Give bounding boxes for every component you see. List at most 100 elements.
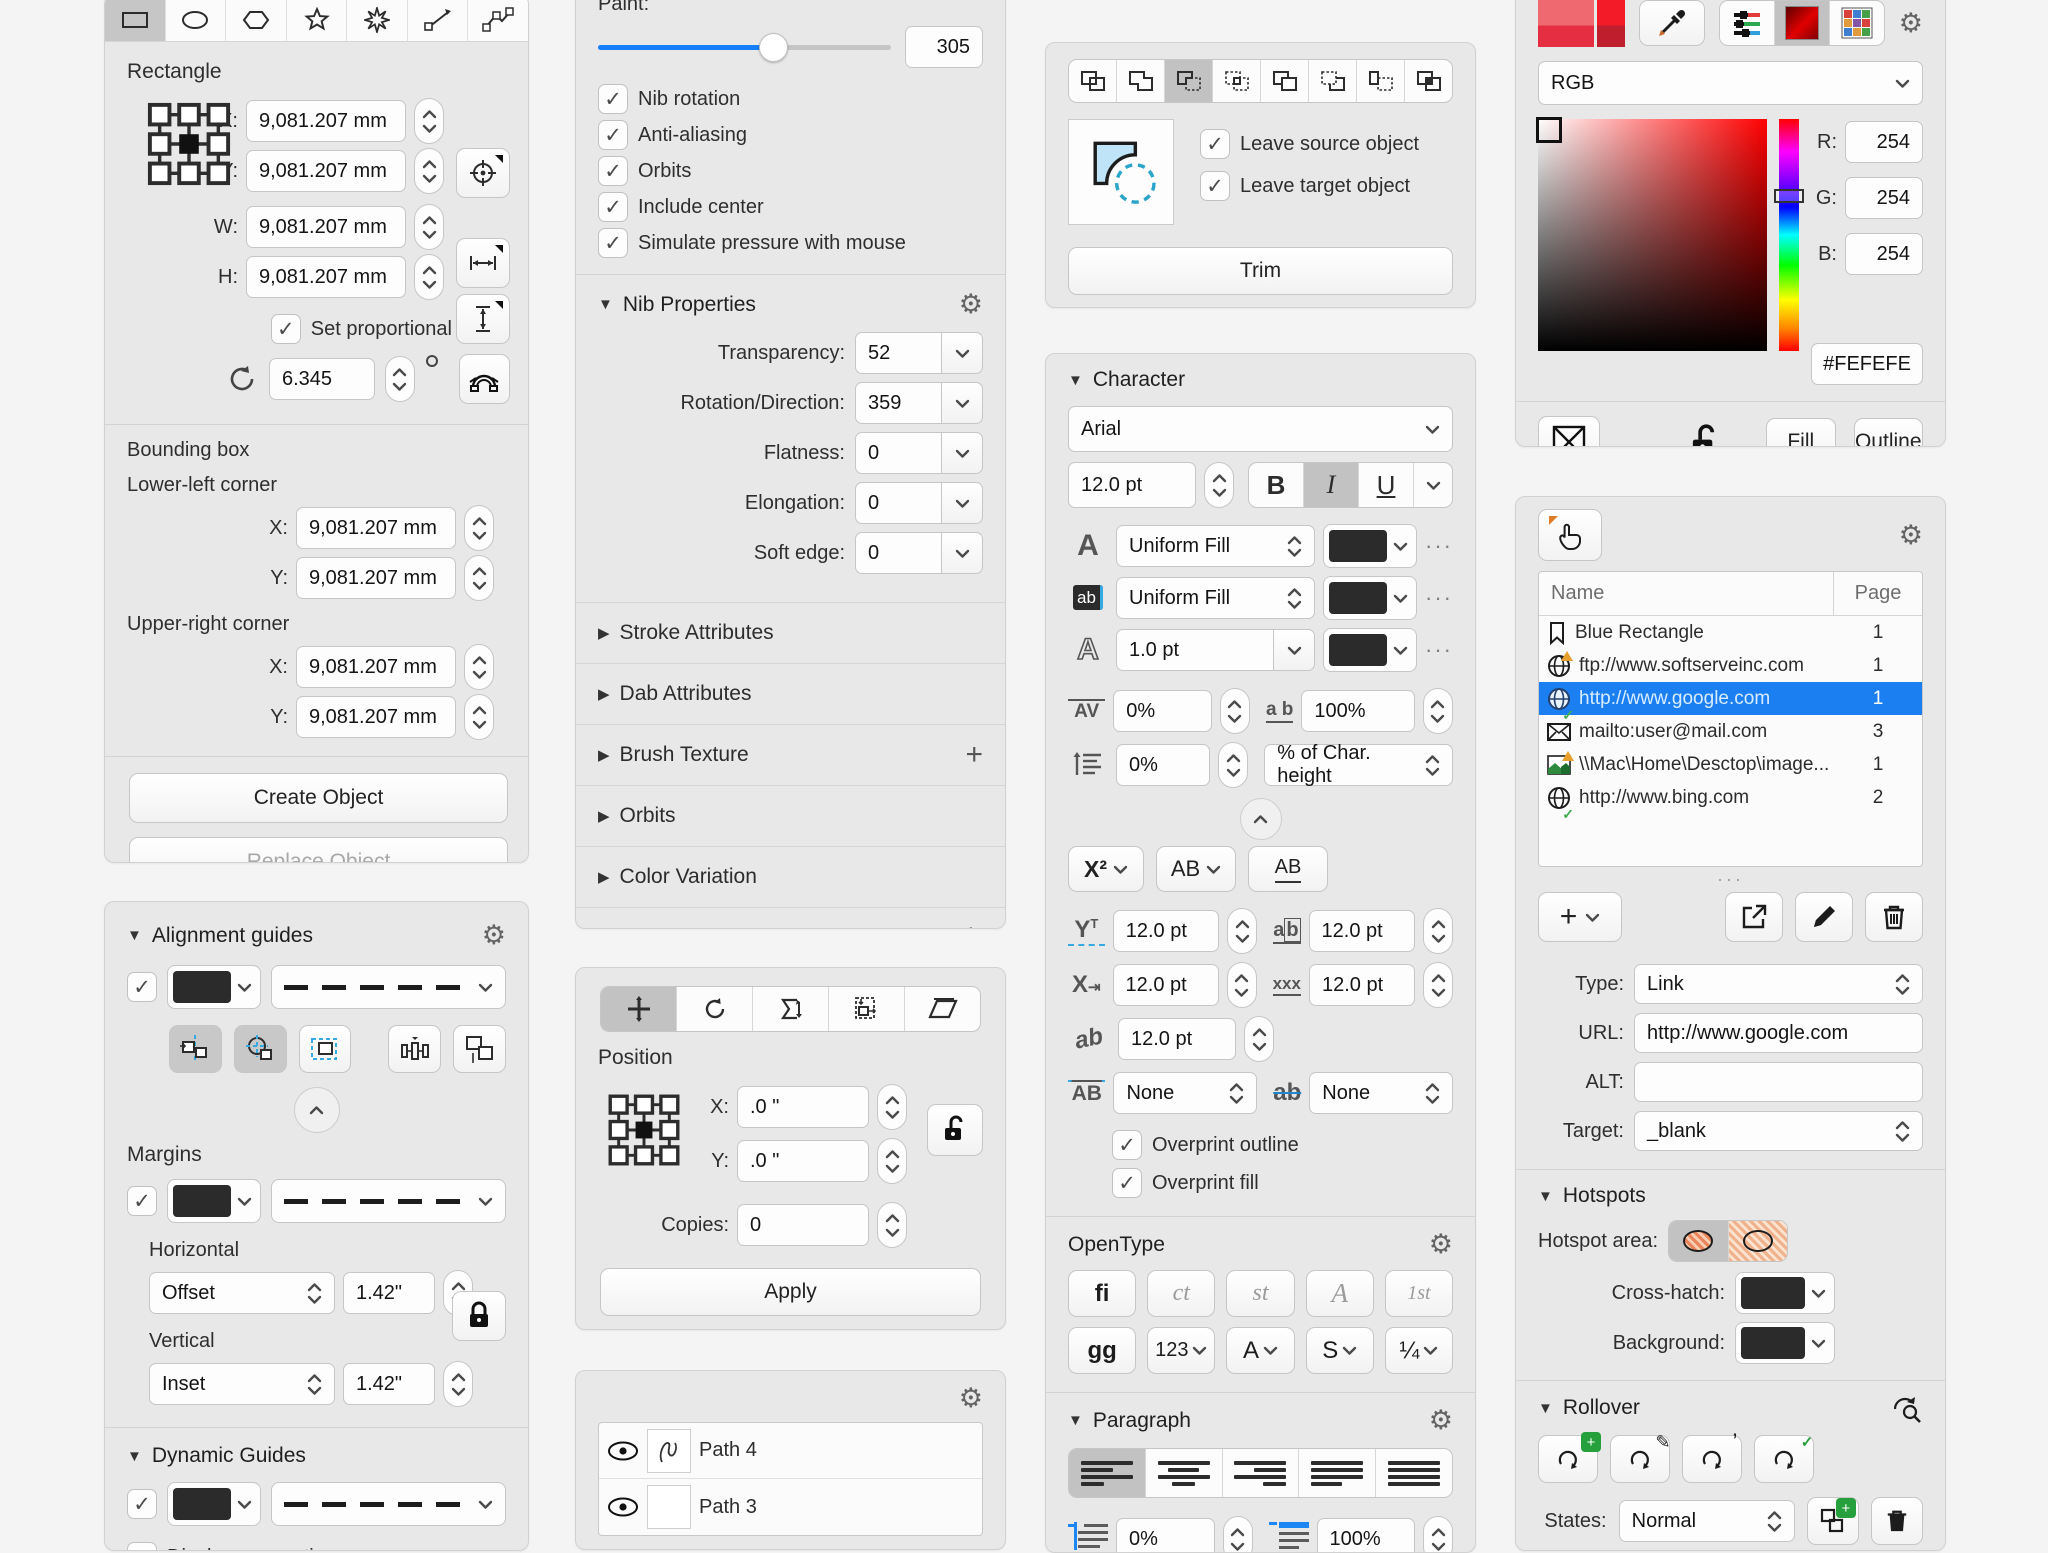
trim-button-tab[interactable] [1165, 60, 1213, 102]
boundary-button[interactable] [1405, 60, 1452, 102]
b-input[interactable]: 254 [1845, 233, 1923, 275]
cross-hatch-color-select[interactable] [1735, 1272, 1835, 1314]
alignment-line-style-select[interactable] [271, 965, 506, 1009]
height-measure-button[interactable] [456, 294, 510, 344]
fill-more-button[interactable]: ··· [1425, 533, 1453, 559]
anchor-grid-icon[interactable] [606, 1092, 682, 1168]
path-row[interactable]: Path 4 [599, 1423, 982, 1479]
lock-open-icon[interactable] [1688, 423, 1722, 447]
spacing-guides-button[interactable] [388, 1025, 441, 1073]
scale-stepper[interactable] [1423, 962, 1453, 1008]
ur-y-stepper[interactable] [464, 694, 494, 740]
fit-text-button[interactable]: AB [1248, 846, 1328, 892]
paint-slider[interactable] [598, 32, 891, 62]
char-rotation-input[interactable]: 12.0 pt [1118, 1018, 1236, 1060]
section-color-variation[interactable]: ▶Color Variation [576, 846, 1005, 907]
dropdown-button[interactable] [941, 482, 983, 524]
ur-x-input[interactable]: 9,081.207 mm [296, 646, 456, 688]
margins-lock-button[interactable] [452, 1291, 506, 1341]
delete-link-button[interactable] [1865, 892, 1923, 942]
nib-rotation-checkbox[interactable]: ✓ [598, 84, 628, 114]
tab-polygon[interactable] [226, 0, 287, 41]
url-input[interactable]: http://www.google.com [1634, 1013, 1923, 1053]
back-minus-front-button[interactable] [1357, 60, 1405, 102]
create-object-button[interactable]: Create Object [129, 773, 508, 823]
replace-object-button[interactable]: Replace Object [129, 837, 508, 863]
tab-line[interactable] [408, 0, 469, 41]
baseline-shift-input[interactable]: 12.0 pt [1113, 910, 1219, 952]
collapse-triangle-icon[interactable]: ▼ [127, 1448, 142, 1465]
copies-input[interactable]: 0 [737, 1204, 869, 1246]
trim-back-button[interactable] [1117, 60, 1165, 102]
soft-edge-value[interactable]: 0 [855, 532, 941, 574]
include-center-checkbox[interactable]: ✓ [598, 192, 628, 222]
proportional-lock-button[interactable] [927, 1104, 983, 1156]
path-row[interactable]: Path 3 [599, 1479, 982, 1535]
bold-button[interactable]: B [1249, 463, 1304, 507]
color-viewer-view-button[interactable] [1775, 1, 1830, 45]
duplicate-object-button[interactable]: + [1807, 1497, 1859, 1545]
h-stepper[interactable] [414, 254, 444, 300]
combine-width-input[interactable]: 12.0 pt [1309, 910, 1415, 952]
overprint-fill-checkbox[interactable]: ✓ [1112, 1168, 1142, 1198]
overprint-outline-checkbox[interactable]: ✓ [1112, 1130, 1142, 1160]
kerning-input[interactable]: 0% [1113, 690, 1212, 732]
underline-button[interactable]: U [1359, 463, 1414, 507]
tab-size[interactable] [829, 987, 905, 1031]
char-width-input[interactable]: 100% [1301, 690, 1415, 732]
leave-target-checkbox[interactable]: ✓ [1200, 171, 1230, 201]
simplify-button[interactable] [1261, 60, 1309, 102]
align-left-button[interactable] [1069, 1449, 1146, 1497]
x-stepper[interactable] [877, 1084, 907, 1130]
ll-x-input[interactable]: 9,081.207 mm [296, 507, 456, 549]
ot-stylistic-button[interactable]: S [1306, 1327, 1374, 1374]
x-input[interactable]: .0 " [737, 1086, 869, 1128]
section-brush-texture[interactable]: ▶Brush Texture+ [576, 724, 1005, 785]
ot-figures-button[interactable]: 123 [1147, 1327, 1215, 1374]
no-color-button[interactable] [1538, 416, 1600, 447]
intersect-button[interactable] [1213, 60, 1261, 102]
section-orbits[interactable]: ▶Orbits [576, 785, 1005, 846]
tab-polyline[interactable] [468, 0, 528, 41]
dropdown-button[interactable] [941, 332, 983, 374]
gear-icon[interactable]: ⚙ [1899, 522, 1923, 549]
paint-value-input[interactable]: 305 [905, 26, 983, 68]
rotation-stepper[interactable] [385, 356, 415, 402]
hotspot-box-button[interactable] [1729, 1221, 1788, 1261]
gear-icon[interactable]: ⚙ [1899, 10, 1923, 37]
tab-rectangle[interactable] [105, 0, 166, 41]
collapse-triangle-icon[interactable]: ▼ [1068, 372, 1083, 389]
weld-button[interactable] [1069, 60, 1117, 102]
ot-historical-ligature-button[interactable]: st [1226, 1270, 1294, 1317]
line-mode-select[interactable]: % of Char. height [1264, 744, 1453, 786]
hotspot-shape-button[interactable] [1669, 1221, 1729, 1261]
apply-rollover-button[interactable]: ✓ [1754, 1435, 1814, 1483]
superscript-button[interactable]: X² [1068, 846, 1144, 892]
link-row[interactable]: ftp://www.softserveinc.com 1 [1539, 649, 1922, 682]
hex-input[interactable]: #FEFEFE [1811, 343, 1923, 385]
horizontal-shift-stepper[interactable] [1227, 962, 1257, 1008]
tab-complex-star[interactable] [347, 0, 408, 41]
line-shift-stepper[interactable] [1218, 742, 1248, 788]
ot-ordinal-button[interactable]: 1st [1385, 1270, 1453, 1317]
space-before-stepper[interactable] [1423, 1516, 1453, 1553]
w-input[interactable]: 9,081.207 mm [246, 206, 406, 248]
section-stroke-attributes[interactable]: ▶Stroke Attributes [576, 602, 1005, 663]
ot-discretionary-ligature-button[interactable]: ct [1147, 1270, 1215, 1317]
char-background-select[interactable]: Uniform Fill [1116, 577, 1315, 619]
apply-button[interactable]: Apply [600, 1268, 981, 1316]
link-row[interactable]: Blue Rectangle 1 [1539, 616, 1922, 649]
flatness-combo[interactable]: 0 [855, 432, 983, 474]
dropdown-button[interactable] [1273, 629, 1315, 671]
kerning-stepper[interactable] [1220, 688, 1250, 734]
color-field-cursor[interactable] [1536, 117, 1562, 143]
char-rotation-stepper[interactable] [1244, 1016, 1274, 1062]
ur-x-stepper[interactable] [464, 644, 494, 690]
r-input[interactable]: 254 [1845, 121, 1923, 163]
rotation-input[interactable]: 6.345 [269, 358, 375, 400]
y-stepper[interactable] [877, 1138, 907, 1184]
combine-width-stepper[interactable] [1423, 908, 1453, 954]
baseline-shift-stepper[interactable] [1227, 908, 1257, 954]
vertical-value-input[interactable]: 1.42" [343, 1363, 435, 1405]
eyedropper-button[interactable] [1639, 0, 1705, 46]
